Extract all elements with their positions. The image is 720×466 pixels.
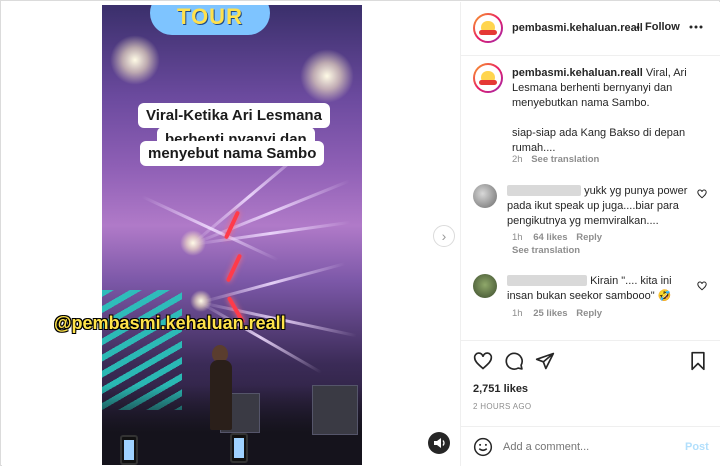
caption-line4: siap-siap ada Kang Bakso di depan bbox=[512, 127, 686, 139]
video-overlay-line3: menyebut nama Sambo bbox=[140, 141, 325, 166]
speaker-icon bbox=[434, 438, 445, 448]
comment-likes[interactable]: 25 likes bbox=[533, 308, 567, 319]
caption-time: 2h bbox=[512, 154, 523, 165]
bookmark-icon[interactable] bbox=[689, 351, 707, 371]
comment-text-line3: pengikutnya yg memviralkan.... bbox=[507, 215, 659, 227]
comment-like-heart-icon[interactable] bbox=[697, 189, 707, 199]
caption-line1: Viral, Ari bbox=[645, 67, 687, 79]
caption: pembasmi.kehaluan.reall Viral, Ari Lesma… bbox=[512, 66, 712, 156]
comment-icon[interactable] bbox=[504, 351, 524, 371]
separator-dot: • bbox=[636, 22, 640, 34]
video-player[interactable]: TOUR Viral-Ketika Ari Lesmana berhenti n… bbox=[102, 5, 362, 465]
light-beam bbox=[191, 179, 351, 246]
comment-meta: 1h 64 likes Reply bbox=[512, 232, 602, 243]
comment-reply-button[interactable]: Reply bbox=[576, 232, 602, 243]
follow-button[interactable]: Follow bbox=[645, 21, 680, 33]
comment-body: Kirain ".... kita ini insan bukan seekor… bbox=[507, 274, 697, 304]
comment-composer: Post bbox=[461, 426, 720, 466]
post-comment-button[interactable]: Post bbox=[685, 441, 709, 453]
comment-reply-button[interactable]: Reply bbox=[576, 308, 602, 319]
stage-light bbox=[300, 49, 354, 103]
performer bbox=[210, 360, 232, 430]
commenter-avatar[interactable] bbox=[473, 274, 497, 298]
caption-see-translation[interactable]: See translation bbox=[531, 154, 599, 165]
comment-text-line2: pada ikut speak up juga....biar para bbox=[507, 200, 679, 212]
commenter-avatar[interactable] bbox=[473, 184, 497, 208]
media-area: TOUR Viral-Ketika Ari Lesmana berhenti n… bbox=[2, 2, 460, 466]
comment-see-translation[interactable]: See translation bbox=[512, 245, 580, 256]
more-horizontal-icon[interactable] bbox=[689, 24, 703, 30]
post-date: 2 HOURS AGO bbox=[473, 402, 532, 411]
share-icon[interactable] bbox=[535, 351, 555, 371]
comment-text-line1: Kirain ".... kita ini bbox=[590, 275, 672, 287]
light-beam bbox=[199, 262, 346, 304]
author-avatar[interactable] bbox=[473, 13, 503, 43]
comment-text-line2: insan bukan seekor sambooo" 🤣 bbox=[507, 290, 672, 302]
comment-time: 1h bbox=[512, 232, 523, 243]
caption-line5: rumah.... bbox=[512, 142, 556, 154]
heart-icon[interactable] bbox=[473, 351, 493, 371]
author-username[interactable]: pembasmi.kehaluan.reall bbox=[512, 21, 643, 36]
post-dialog: TOUR Viral-Ketika Ari Lesmana berhenti n… bbox=[0, 0, 720, 466]
caption-username[interactable]: pembasmi.kehaluan.reall bbox=[512, 67, 643, 79]
comment-input[interactable] bbox=[503, 437, 673, 457]
volume-button[interactable] bbox=[428, 432, 450, 454]
likes-count[interactable]: 2,751 likes bbox=[473, 382, 528, 397]
tour-banner: TOUR bbox=[150, 5, 270, 35]
comment-likes[interactable]: 64 likes bbox=[533, 232, 567, 243]
light-beam bbox=[141, 195, 279, 262]
stage-light bbox=[110, 35, 160, 85]
video-watermark: @pembasmi.kehaluan.reall bbox=[54, 313, 286, 333]
caption-line2: Lesmana berhenti bernyanyi dan bbox=[512, 82, 673, 94]
comment-time: 1h bbox=[512, 308, 523, 319]
red-light bbox=[225, 253, 243, 283]
caption-avatar[interactable] bbox=[473, 63, 503, 93]
comment-body: yukk yg punya power pada ikut speak up j… bbox=[507, 184, 697, 229]
speaker-stack bbox=[312, 385, 358, 435]
audience-phone bbox=[230, 433, 248, 463]
chevron-right-icon: › bbox=[441, 228, 447, 244]
commenter-username-redacted[interactable] bbox=[507, 185, 581, 196]
next-media-button[interactable]: › bbox=[433, 225, 455, 247]
audience-phone bbox=[120, 435, 138, 465]
caption-line3: menyebutkan nama Sambo. bbox=[512, 97, 650, 109]
post-side-panel: pembasmi.kehaluan.reall • Follow pembasm… bbox=[460, 2, 720, 466]
comment-like-heart-icon[interactable] bbox=[697, 281, 707, 291]
video-overlay-line1: Viral-Ketika Ari Lesmana bbox=[138, 103, 330, 128]
emoji-icon[interactable] bbox=[473, 437, 493, 457]
post-actions: 2,751 likes 2 HOURS AGO bbox=[461, 340, 720, 420]
commenter-username-redacted[interactable] bbox=[507, 275, 587, 286]
comment-meta: 1h 25 likes Reply bbox=[512, 308, 602, 319]
comment-text-line1: yukk yg punya power bbox=[584, 185, 688, 197]
post-header: pembasmi.kehaluan.reall • Follow bbox=[461, 2, 720, 56]
caption-meta: 2h See translation bbox=[512, 154, 599, 165]
